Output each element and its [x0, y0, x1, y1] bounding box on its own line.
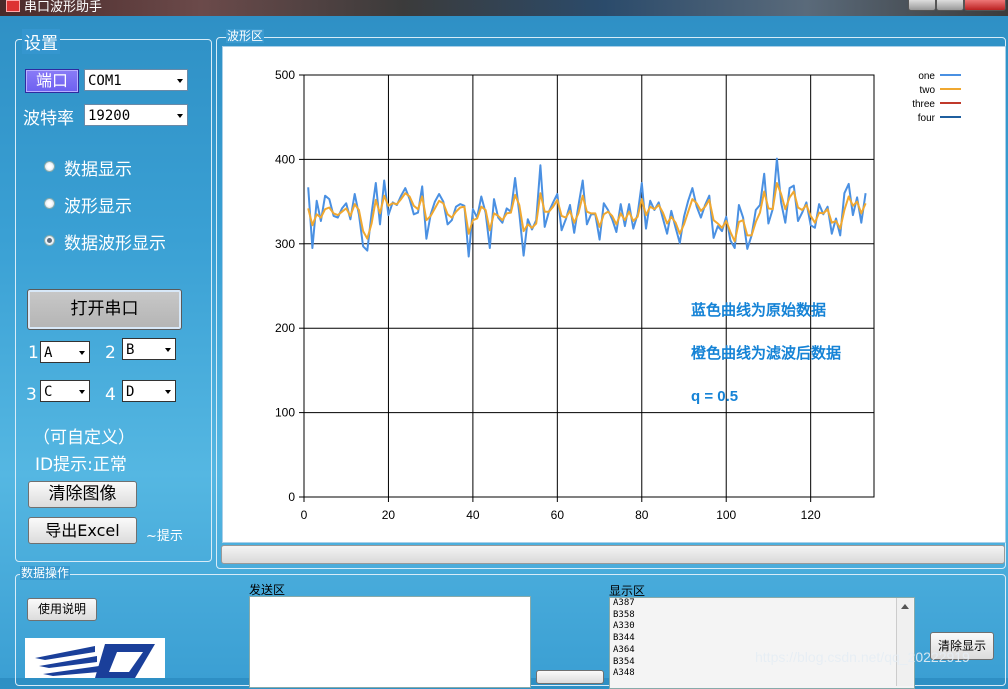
tip-label: ~提示 — [146, 529, 183, 544]
help-button[interactable]: 使用说明 — [27, 598, 97, 621]
clear-image-button[interactable]: 清除图像 — [28, 481, 137, 508]
channel-3-value: C — [44, 384, 53, 400]
x-tick-label: 60 — [551, 508, 565, 522]
y-tick-label: 200 — [275, 321, 295, 335]
channel-2-value: B — [126, 342, 135, 358]
baud-select-value: 19200 — [88, 108, 131, 124]
maximize-button[interactable] — [936, 0, 964, 11]
radio-data-display-label[interactable]: 数据显示 — [64, 155, 132, 180]
channel-1-select[interactable]: A — [40, 341, 90, 363]
x-tick-label: 20 — [382, 508, 396, 522]
x-tick-label: 0 — [301, 508, 308, 522]
channel-4-value: D — [126, 384, 135, 400]
legend-label: three — [912, 99, 935, 110]
y-tick-label: 0 — [288, 490, 295, 504]
display-lines: A387 B358 A330 B344 A364 B354 A348 — [610, 598, 914, 680]
app-icon — [6, 0, 20, 12]
chevron-down-icon — [177, 114, 183, 118]
baud-select[interactable]: 19200 — [84, 104, 188, 126]
radio-waveform-display[interactable] — [44, 198, 55, 209]
chart-svg: 0 100 200 300 400 500 0 20 40 60 80 100 120 one two th… — [275, 68, 961, 522]
radio-waveform-display-label[interactable]: 波形显示 — [64, 192, 132, 217]
port-select[interactable]: COM1 — [84, 69, 188, 91]
legend-label: two — [919, 85, 935, 96]
x-tick-label: 40 — [466, 508, 480, 522]
horizontal-scrollbar[interactable] — [221, 545, 1005, 564]
display-scrollbar[interactable] — [896, 598, 913, 686]
chart-panel: 0 100 200 300 400 500 0 20 40 60 80 100 120 one two th… — [222, 46, 1006, 543]
display-line: A330 — [613, 621, 635, 632]
chevron-down-icon — [79, 390, 85, 394]
legend-label: four — [918, 113, 936, 124]
channel-3-label: 3 — [26, 385, 37, 405]
x-tick-label: 100 — [716, 508, 736, 522]
chart-note-orange: 橙色曲线为滤波后数据 — [691, 344, 841, 362]
chevron-down-icon — [79, 351, 85, 355]
chart-note-q: q = 0.5 — [691, 388, 738, 405]
waveform-group-label: 波形区 — [226, 29, 265, 43]
id-status-label: ID提示:正常 — [35, 455, 127, 475]
radio-data-waveform-display[interactable] — [44, 235, 55, 246]
y-tick-label: 500 — [275, 68, 295, 82]
legend-label: one — [918, 71, 935, 82]
title-bar — [0, 0, 1008, 16]
plot-frame — [303, 74, 875, 498]
chevron-down-icon — [165, 390, 171, 394]
y-tick-label: 300 — [275, 237, 295, 251]
display-line: B344 — [613, 633, 635, 644]
port-select-value: COM1 — [88, 73, 122, 89]
watermark-text: https://blog.csdn.net/qq_20222919 — [755, 649, 970, 665]
open-port-button[interactable]: 打开串口 — [27, 289, 182, 330]
channel-4-select[interactable]: D — [122, 380, 176, 402]
chevron-down-icon — [165, 348, 171, 352]
export-excel-button[interactable]: 导出Excel — [28, 517, 137, 544]
display-textarea[interactable]: A387 B358 A330 B344 A364 B354 A348 — [609, 597, 915, 689]
window-title: 串口波形助手 — [24, 0, 103, 15]
minimize-button[interactable] — [908, 0, 936, 11]
channel-4-label: 4 — [105, 385, 116, 405]
series-line-one — [307, 157, 867, 258]
channel-2-label: 2 — [105, 343, 116, 363]
x-tick-label: 80 — [635, 508, 649, 522]
channel-1-label: 1 — [28, 343, 39, 363]
channel-2-select[interactable]: B — [122, 338, 176, 360]
settings-group-label: 设置 — [22, 29, 60, 54]
port-button[interactable]: 端口 — [25, 69, 79, 93]
channel-1-value: A — [44, 345, 53, 361]
display-line: A387 — [613, 598, 635, 608]
y-tick-label: 100 — [275, 406, 295, 420]
logo-mark-icon — [35, 644, 155, 678]
display-line: A348 — [613, 668, 635, 679]
logo — [25, 638, 165, 678]
series-line-two — [307, 182, 867, 243]
custom-hint-label: （可自定义） — [33, 428, 135, 448]
chevron-down-icon — [177, 79, 183, 83]
chevron-up-icon[interactable] — [901, 604, 909, 609]
baud-label: 波特率 — [23, 109, 74, 129]
send-textarea[interactable] — [249, 596, 531, 688]
radio-data-display[interactable] — [44, 161, 55, 172]
send-button[interactable] — [536, 670, 604, 684]
data-ops-group-label: 数据操作 — [20, 566, 71, 580]
chart-note-blue: 蓝色曲线为原始数据 — [691, 301, 826, 319]
y-tick-label: 400 — [275, 152, 295, 166]
x-tick-label: 120 — [801, 508, 821, 522]
channel-3-select[interactable]: C — [40, 380, 90, 402]
close-button[interactable] — [964, 0, 1006, 11]
display-line: B358 — [613, 609, 635, 620]
radio-data-waveform-display-label[interactable]: 数据波形显示 — [64, 229, 166, 254]
